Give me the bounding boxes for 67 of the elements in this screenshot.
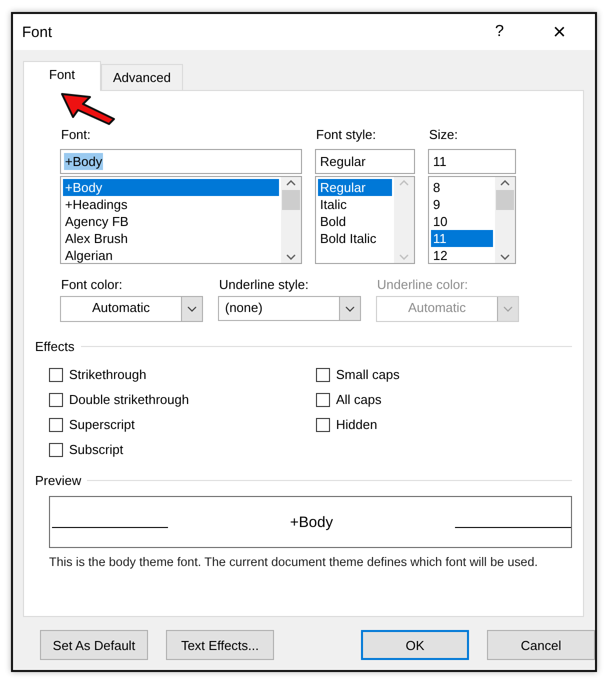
checkbox[interactable] <box>49 442 63 456</box>
section-title: Preview <box>35 473 82 488</box>
checkbox-label: Hidden <box>336 417 378 432</box>
scroll-up-icon <box>399 180 409 186</box>
list-item[interactable]: Alex Brush <box>63 230 279 247</box>
list-item[interactable]: +Headings <box>63 196 279 213</box>
field-label: Underline color: <box>377 278 470 292</box>
window-title: Font <box>22 24 54 40</box>
list-item[interactable]: Bold <box>318 213 392 230</box>
field-label: Font: <box>61 128 92 142</box>
close-button[interactable]: × <box>553 19 595 45</box>
caret-icon <box>503 306 513 312</box>
checkbox[interactable] <box>49 418 63 432</box>
list-item[interactable]: Italic <box>318 196 392 213</box>
field-label: Font style: <box>316 128 377 142</box>
scroll-up-icon <box>500 180 510 186</box>
list-item[interactable]: 11 <box>431 230 493 247</box>
scroll-up-icon <box>286 180 296 186</box>
checkbox-label: Double strikethrough <box>69 392 189 407</box>
list-item[interactable]: Regular <box>318 179 392 196</box>
text-field[interactable]: 11 <box>428 149 516 174</box>
scroll-down-icon <box>399 254 409 260</box>
scrollbar[interactable] <box>394 177 414 263</box>
checkbox[interactable] <box>49 392 63 406</box>
checkbox-label: Small caps <box>336 367 400 382</box>
help-button[interactable]: ? <box>495 23 553 41</box>
preview-description: This is the body theme font. The current document theme defines which font will be used. <box>49 555 539 569</box>
checkbox[interactable] <box>49 368 63 382</box>
annotation-arrow <box>61 93 115 125</box>
scrollbar[interactable] <box>281 177 301 263</box>
field-label: Font color: <box>61 278 124 292</box>
scroll-down-icon <box>286 254 296 260</box>
dropdown[interactable]: (none) <box>218 296 361 321</box>
scroll-down-icon <box>500 254 510 260</box>
list-item[interactable]: 8 <box>431 179 493 196</box>
dialog-button[interactable]: Text Effects... <box>166 630 274 660</box>
checkbox-label: Superscript <box>69 417 135 432</box>
caret-icon <box>345 306 355 312</box>
tab[interactable]: Font <box>23 61 102 91</box>
list-item[interactable]: 9 <box>431 196 493 213</box>
list-item[interactable]: Bold Italic <box>318 230 392 247</box>
list-item[interactable]: 12 <box>431 247 493 263</box>
dialog-button[interactable]: Set As Default <box>40 630 148 660</box>
dialog-button[interactable]: OK <box>360 630 469 660</box>
checkbox-label: All caps <box>336 392 382 407</box>
field-label: Size: <box>429 128 459 142</box>
scroll-thumb[interactable] <box>496 190 514 210</box>
list-item[interactable]: Agency FB <box>63 213 279 230</box>
section-title: Effects <box>35 339 75 354</box>
checkbox-label: Subscript <box>69 442 124 457</box>
checkbox-label: Strikethrough <box>69 367 146 382</box>
caret-icon <box>187 306 197 312</box>
scroll-thumb[interactable] <box>282 190 300 210</box>
preview-text: +Body <box>290 514 333 530</box>
field-label: Underline style: <box>219 278 310 292</box>
list-item[interactable]: 10 <box>431 213 493 230</box>
scrollbar[interactable] <box>495 177 515 263</box>
checkbox[interactable] <box>316 368 330 382</box>
list-item[interactable]: Algerian <box>63 247 279 263</box>
tab[interactable]: Advanced <box>101 64 183 90</box>
dialog-button[interactable]: Cancel <box>487 630 595 660</box>
text-field[interactable]: Regular <box>315 149 415 174</box>
list-item[interactable]: +Body <box>63 179 279 196</box>
dropdown[interactable]: Automatic <box>60 296 203 322</box>
checkbox[interactable] <box>316 392 330 406</box>
text-field[interactable]: +Body <box>60 149 302 174</box>
checkbox[interactable] <box>316 418 330 432</box>
